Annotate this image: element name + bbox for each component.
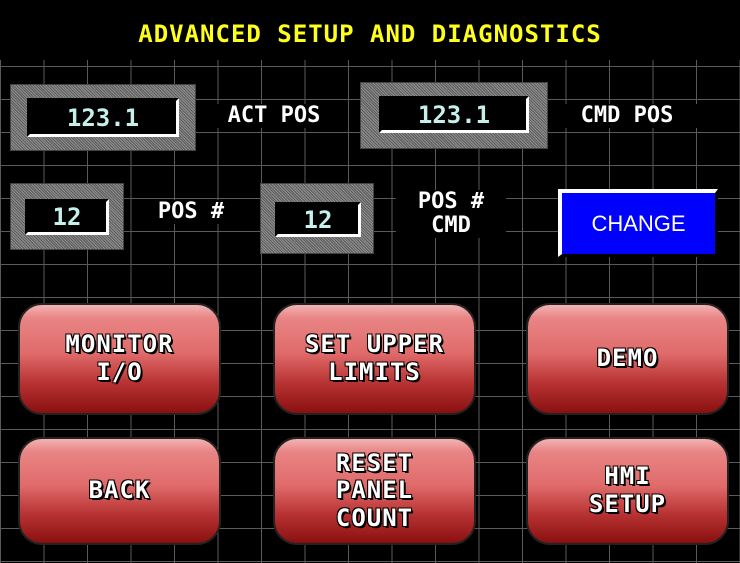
hmi-screen: ADVANCED SETUP AND DIAGNOSTICS 123.1 ACT…: [0, 0, 740, 563]
pos-num-cmd-label: POS # CMD: [396, 189, 506, 239]
demo-button[interactable]: DEMO: [526, 303, 729, 415]
pos-num-value: 12: [25, 199, 109, 235]
act-pos-value: 123.1: [27, 98, 179, 137]
act-pos-label: ACT POS: [204, 103, 344, 129]
page-title: ADVANCED SETUP AND DIAGNOSTICS: [138, 20, 602, 48]
cmd-pos-bezel: 123.1: [360, 82, 548, 149]
reset-panel-count-button[interactable]: RESET PANEL COUNT: [273, 437, 476, 545]
title-bar: ADVANCED SETUP AND DIAGNOSTICS: [0, 0, 740, 60]
act-pos-bezel: 123.1: [10, 84, 196, 151]
hmi-setup-button[interactable]: HMI SETUP: [526, 437, 729, 545]
change-button[interactable]: CHANGE: [558, 189, 718, 257]
pos-num-label: POS #: [132, 199, 250, 225]
back-button[interactable]: BACK: [18, 437, 221, 545]
monitor-io-button[interactable]: MONITOR I/O: [18, 303, 221, 415]
cmd-pos-value: 123.1: [379, 96, 529, 133]
pos-num-cmd-bezel: 12: [260, 183, 374, 254]
pos-num-cmd-value: 12: [275, 202, 361, 237]
pos-num-bezel: 12: [10, 183, 124, 250]
set-upper-limits-button[interactable]: SET UPPER LIMITS: [273, 303, 476, 415]
cmd-pos-label: CMD POS: [552, 103, 702, 129]
